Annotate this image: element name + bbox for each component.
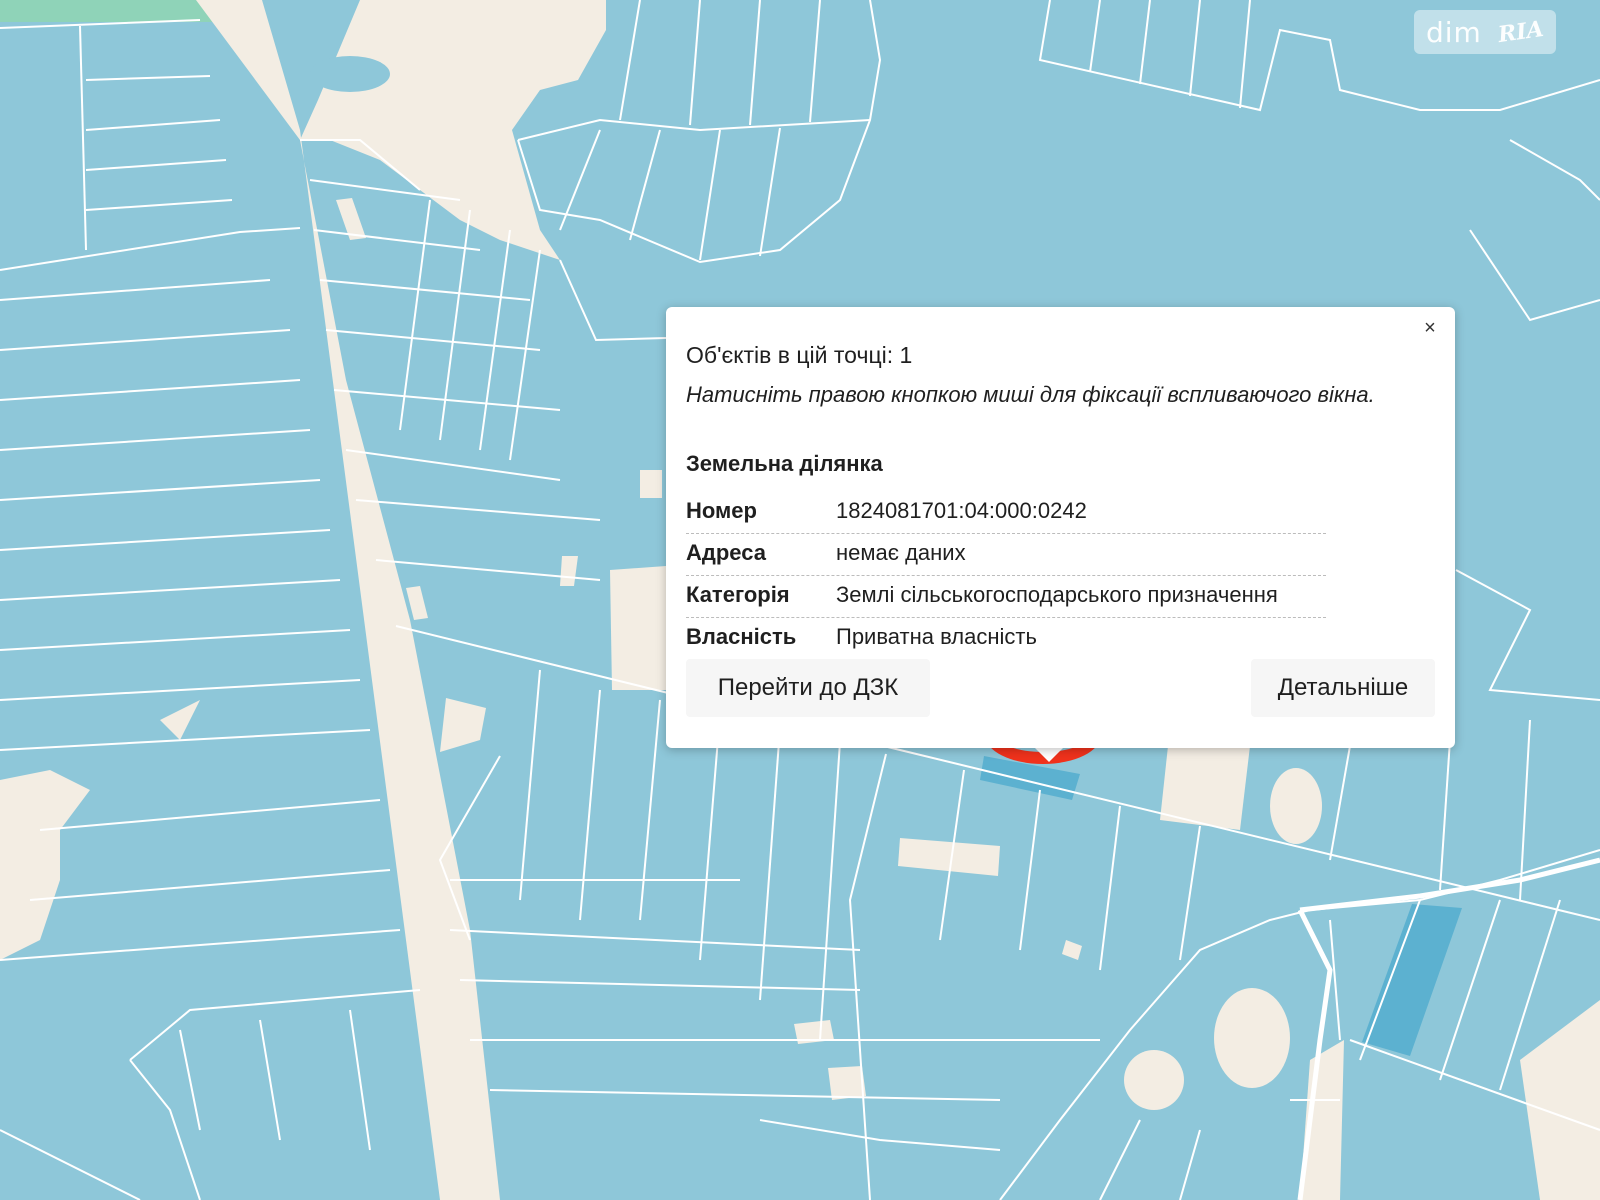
watermark-ria: RIA xyxy=(1496,15,1546,49)
popup-hint: Натисніть правою кнопкою миші для фіксац… xyxy=(686,382,1375,407)
attr-value: Землі сільськогосподарського призначення xyxy=(836,582,1278,607)
attr-row-ownership: Власність Приватна власність xyxy=(686,618,1326,659)
attr-row-number: Номер 1824081701:04:000:0242 xyxy=(686,492,1326,534)
open-patch xyxy=(610,566,668,690)
open-patch xyxy=(640,470,662,498)
attr-key: Номер xyxy=(686,498,757,523)
watermark-dim: dim xyxy=(1426,15,1482,49)
open-patch xyxy=(1214,988,1290,1088)
parcel-info-popup: × Об'єктів в цій точці: 1 Натисніть прав… xyxy=(666,307,1455,748)
attributes-table: Номер 1824081701:04:000:0242 Адреса нема… xyxy=(686,492,1326,659)
attr-key: Власність xyxy=(686,624,797,649)
details-button[interactable]: Детальніше xyxy=(1251,659,1435,717)
watermark: dim RIA xyxy=(1414,10,1556,54)
attr-value: Приватна власність xyxy=(836,624,1037,649)
pond xyxy=(310,56,390,92)
attr-value: 1824081701:04:000:0242 xyxy=(836,498,1087,523)
attr-row-category: Категорія Землі сільськогосподарського п… xyxy=(686,576,1326,618)
attr-key: Адреса xyxy=(686,540,766,565)
close-icon[interactable]: × xyxy=(1419,317,1441,339)
open-patch xyxy=(1124,1050,1184,1110)
open-patch xyxy=(828,1066,866,1100)
section-title: Земельна ділянка xyxy=(686,451,883,476)
open-patch xyxy=(1270,768,1322,844)
go-to-dzk-button[interactable]: Перейти до ДЗК xyxy=(686,659,930,717)
attr-key: Категорія xyxy=(686,582,790,607)
attr-row-address: Адреса немає даних xyxy=(686,534,1326,576)
attr-value: немає даних xyxy=(836,540,966,565)
objects-count: Об'єктів в цій точці: 1 xyxy=(686,342,913,368)
popup-tip xyxy=(1033,746,1065,762)
